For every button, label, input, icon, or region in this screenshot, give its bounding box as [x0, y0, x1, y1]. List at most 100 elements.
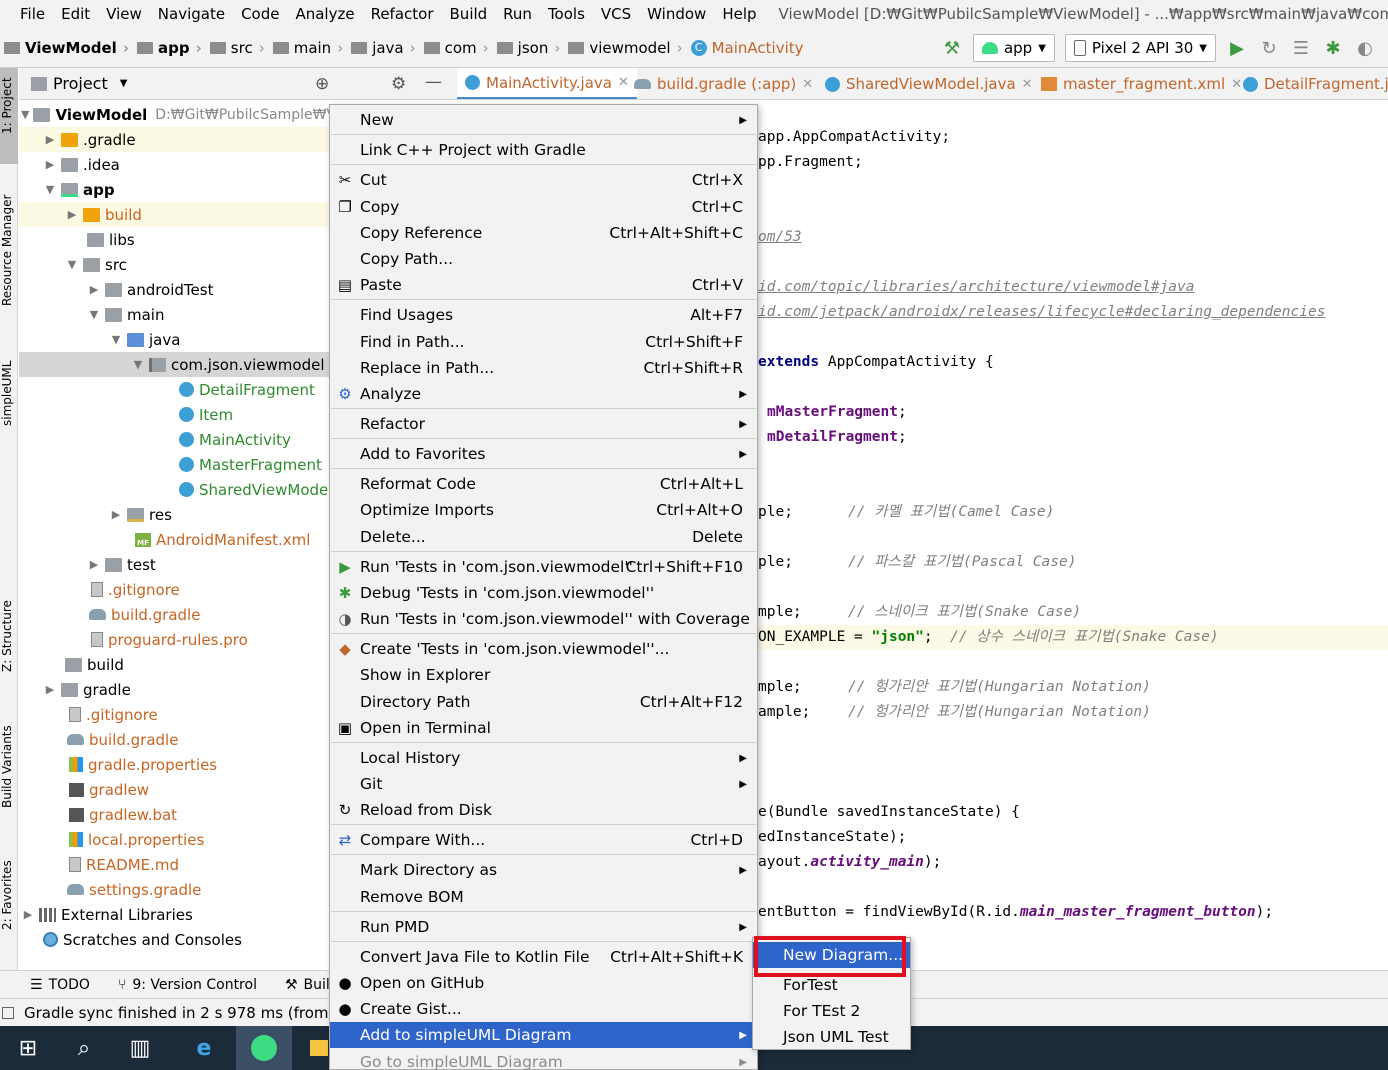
close-icon[interactable]: ✕: [1022, 77, 1033, 92]
tree-row[interactable]: ▼ java: [19, 327, 329, 352]
menu-item-cut[interactable]: ✂ Cut Ctrl+X: [330, 167, 757, 193]
tree-row[interactable]: SharedViewModel: [19, 477, 329, 502]
menu-item-new[interactable]: New ▶: [330, 107, 757, 133]
android-studio-taskbar-icon[interactable]: [236, 1026, 292, 1070]
menu-item-delete[interactable]: Delete... Delete: [330, 524, 757, 550]
tree-row[interactable]: ▶ gradle: [19, 677, 329, 702]
menu-tools[interactable]: Tools: [540, 5, 593, 23]
menu-item-create-tests[interactable]: ◆ Create 'Tests in 'com.json.viewmodel''.…: [330, 636, 757, 662]
menu-item-add-to-simpleuml[interactable]: Add to simpleUML Diagram ▶: [330, 1022, 757, 1048]
run-config-select[interactable]: app ▼: [972, 34, 1055, 62]
breadcrumb-main[interactable]: main ›: [269, 39, 347, 57]
run-icon[interactable]: ▶: [1226, 37, 1248, 59]
menu-analyze[interactable]: Analyze: [287, 5, 362, 23]
tree-row[interactable]: local.properties: [19, 827, 329, 852]
submenu-item-diagram[interactable]: For TEst 2: [753, 998, 910, 1024]
debug-icon[interactable]: ✱: [1322, 37, 1344, 59]
tool-resource-manager[interactable]: Resource Manager: [0, 195, 14, 306]
code-link[interactable]: id.com/jetpack/androidx/releases/lifecyc…: [758, 300, 1325, 325]
menu-item-run-pmd[interactable]: Run PMD ▶: [330, 914, 757, 940]
breadcrumb-json[interactable]: json ›: [493, 39, 565, 57]
tree-row[interactable]: ▼ ViewModel D:₩Git₩PubilcSample₩Vi: [19, 102, 329, 127]
menu-help[interactable]: Help: [714, 5, 764, 23]
tree-row[interactable]: ▼ app: [19, 177, 329, 202]
device-select[interactable]: Pixel 2 API 30 ▼: [1064, 34, 1216, 62]
tree-row[interactable]: ▶ res: [19, 502, 329, 527]
tree-row[interactable]: MasterFragment: [19, 452, 329, 477]
tree-row[interactable]: build.gradle: [19, 727, 329, 752]
search-icon[interactable]: ⌕: [56, 1026, 112, 1070]
menu-vcs[interactable]: VCS: [593, 5, 639, 23]
menu-item-run-with-coverage[interactable]: ◑ Run 'Tests in 'com.json.viewmodel'' wit…: [330, 606, 757, 632]
menu-item-find-in-path[interactable]: Find in Path... Ctrl+Shift+F: [330, 329, 757, 355]
tree-row[interactable]: build: [19, 652, 329, 677]
menu-item-open-in-terminal[interactable]: ▣ Open in Terminal: [330, 715, 757, 741]
tree-row[interactable]: .gitignore: [19, 702, 329, 727]
hammer-icon[interactable]: ⚒: [941, 37, 963, 59]
menu-item-add-to-favorites[interactable]: Add to Favorites ▶: [330, 441, 757, 467]
breadcrumb-com[interactable]: com ›: [420, 39, 493, 57]
menu-build[interactable]: Build: [442, 5, 496, 23]
task-view-icon[interactable]: ▥: [112, 1026, 168, 1070]
menu-item-link-cpp[interactable]: Link C++ Project with Gradle: [330, 137, 757, 163]
menu-window[interactable]: Window: [639, 5, 714, 23]
breadcrumb-src[interactable]: src ›: [206, 39, 269, 57]
close-icon[interactable]: ✕: [1231, 77, 1242, 92]
tree-row[interactable]: proguard-rules.pro: [19, 627, 329, 652]
tree-row[interactable]: gradlew.bat: [19, 802, 329, 827]
menu-item-show-in-explorer[interactable]: Show in Explorer: [330, 662, 757, 688]
tab-mainactivity[interactable]: MainActivity.java ✕: [457, 68, 637, 99]
menu-item-analyze[interactable]: ⚙ Analyze ▶: [330, 381, 757, 407]
menu-item-create-gist[interactable]: ● Create Gist...: [330, 996, 757, 1022]
menu-item-run-tests[interactable]: ▶ Run 'Tests in 'com.json.viewmodel'' Ctrl…: [330, 554, 757, 580]
menu-item-copy[interactable]: ❐ Copy Ctrl+C: [330, 194, 757, 220]
menu-edit[interactable]: Edit: [53, 5, 98, 23]
tree-row[interactable]: ▼ main: [19, 302, 329, 327]
tree-row[interactable]: MainActivity: [19, 427, 329, 452]
tree-row[interactable]: libs: [19, 227, 329, 252]
tree-row-selected[interactable]: ▼ com.json.viewmodel: [19, 352, 329, 377]
menu-item-reformat-code[interactable]: Reformat Code Ctrl+Alt+L: [330, 471, 757, 497]
menu-item-reload-from-disk[interactable]: ↻ Reload from Disk: [330, 797, 757, 823]
menu-item-directory-path[interactable]: Directory Path Ctrl+Alt+F12: [330, 689, 757, 715]
menu-item-copy-reference[interactable]: Copy Reference Ctrl+Alt+Shift+C: [330, 220, 757, 246]
tree-row[interactable]: ▶ .gradle: [19, 127, 329, 152]
attach-debugger-icon[interactable]: ◐: [1354, 37, 1376, 59]
menu-item-convert-to-kotlin[interactable]: Convert Java File to Kotlin File Ctrl+Alt…: [330, 944, 757, 970]
tree-row[interactable]: .gitignore: [19, 577, 329, 602]
close-icon[interactable]: ✕: [802, 77, 813, 92]
menu-item-copy-path[interactable]: Copy Path...: [330, 246, 757, 272]
internet-explorer-icon[interactable]: e: [176, 1026, 232, 1070]
breadcrumb-mainactivity[interactable]: C MainActivity: [687, 39, 808, 57]
submenu-item-diagram[interactable]: Json UML Test: [753, 1024, 910, 1050]
tool-project[interactable]: 1: Project: [0, 77, 14, 134]
tree-row[interactable]: build.gradle: [19, 602, 329, 627]
menu-item-replace-in-path[interactable]: Replace in Path... Ctrl+Shift+R: [330, 355, 757, 381]
tree-row[interactable]: gradlew: [19, 777, 329, 802]
menu-item-optimize-imports[interactable]: Optimize Imports Ctrl+Alt+O: [330, 497, 757, 523]
menu-navigate[interactable]: Navigate: [150, 5, 233, 23]
status-toggle-icon[interactable]: [2, 1006, 14, 1019]
tab-master-fragment-xml[interactable]: master_fragment.xml ✕: [1041, 68, 1242, 99]
tool-structure[interactable]: Z: Structure: [0, 600, 14, 672]
tree-row[interactable]: Item: [19, 402, 329, 427]
tree-row[interactable]: settings.gradle: [19, 877, 329, 902]
tree-row[interactable]: README.md: [19, 852, 329, 877]
apply-changes-icon[interactable]: ↻: [1258, 37, 1280, 59]
tree-row[interactable]: ▶ .idea: [19, 152, 329, 177]
menu-item-remove-bom[interactable]: Remove BOM: [330, 884, 757, 910]
tool-build-variants[interactable]: Build Variants: [0, 725, 14, 808]
tree-row[interactable]: Scratches and Consoles: [19, 927, 329, 952]
tool-favorites[interactable]: 2: Favorites: [0, 860, 14, 930]
tab-sharedviewmodel[interactable]: SharedViewModel.java ✕: [825, 68, 1033, 99]
menu-view[interactable]: View: [98, 5, 150, 23]
tree-row[interactable]: ▶ test: [19, 552, 329, 577]
tab-detailfragment[interactable]: DetailFragment.ja: [1243, 68, 1388, 99]
code-link[interactable]: om/53: [758, 225, 802, 250]
tree-row[interactable]: ▼ src: [19, 252, 329, 277]
breadcrumb-java[interactable]: java ›: [347, 39, 419, 57]
tree-row[interactable]: MF AndroidManifest.xml: [19, 527, 329, 552]
menu-run[interactable]: Run: [495, 5, 540, 23]
version-control-tool-button[interactable]: ⑂ 9: Version Control: [104, 977, 271, 993]
tool-simpleuml[interactable]: simpleUML: [0, 361, 14, 426]
